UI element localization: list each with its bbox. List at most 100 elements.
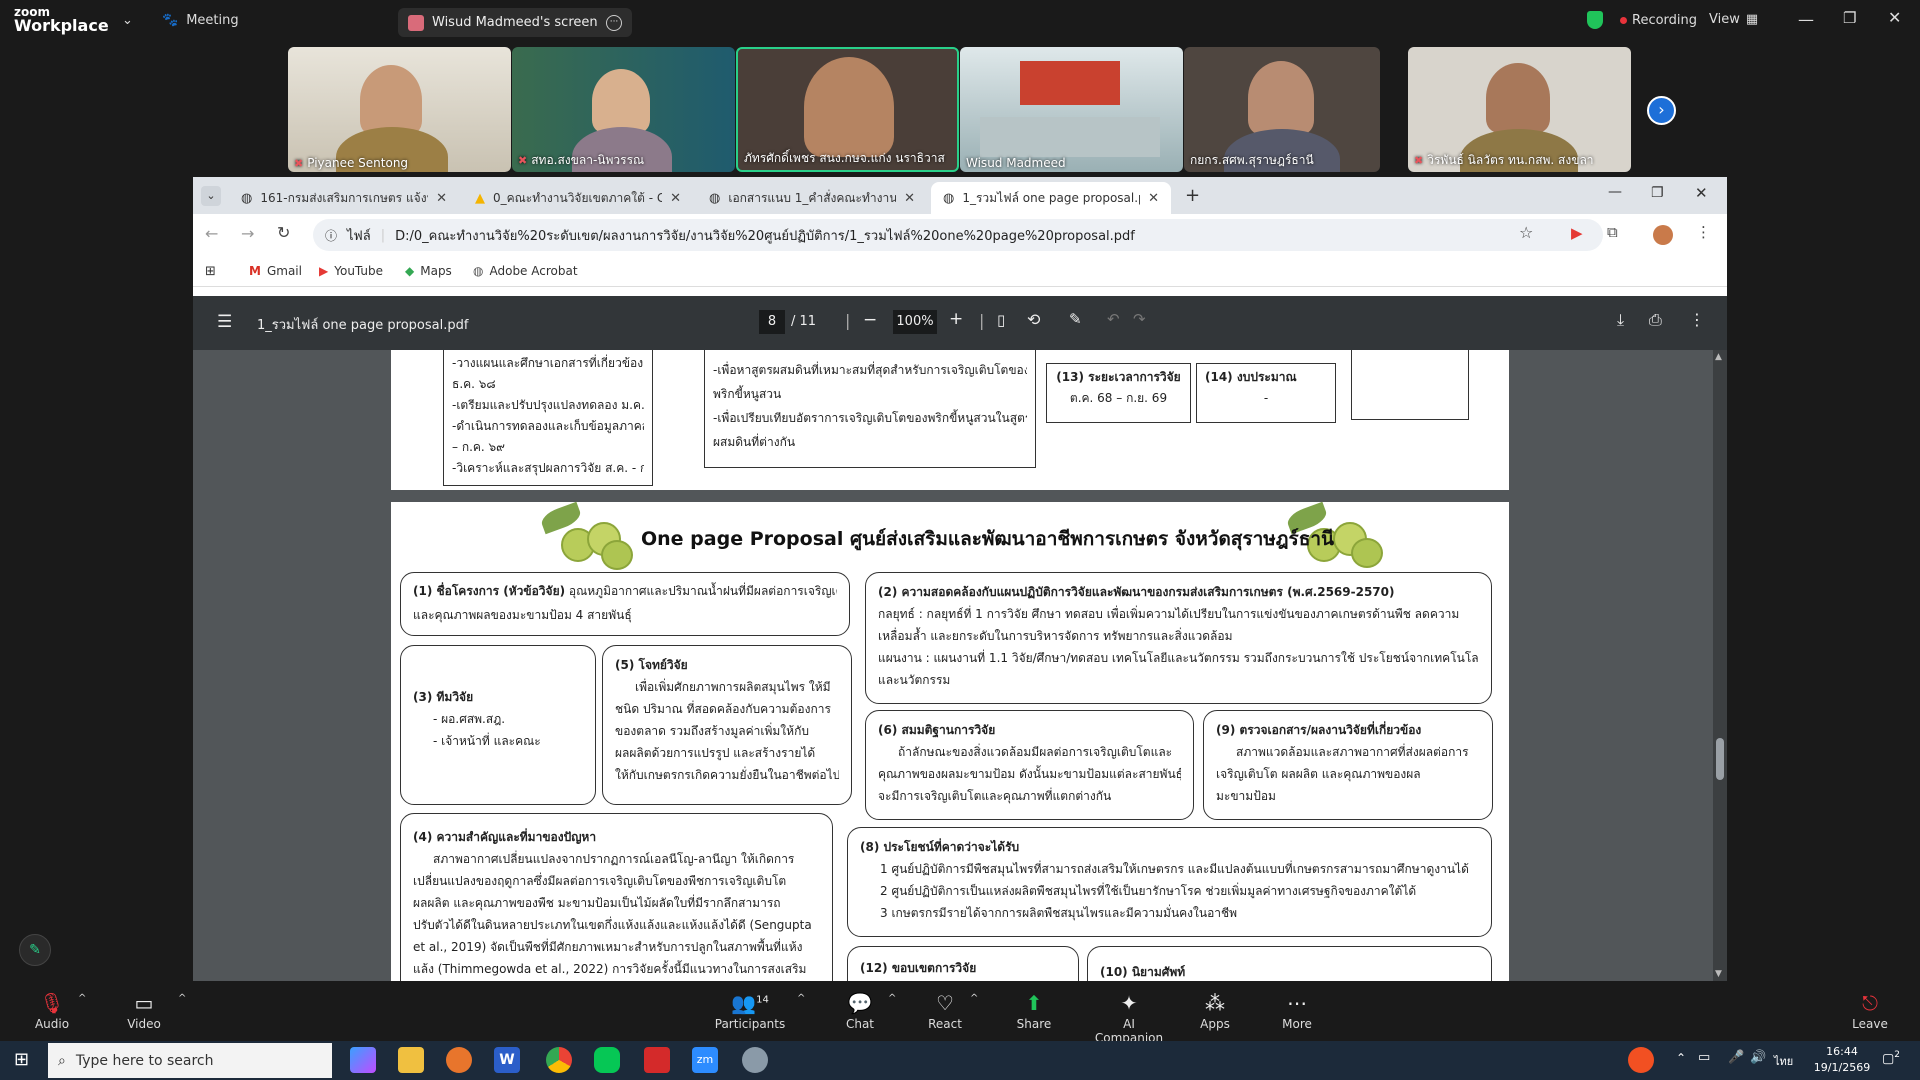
microphone-icon[interactable]: 🎤: [1728, 1050, 1744, 1065]
chrome-icon[interactable]: [546, 1047, 572, 1073]
kebab-menu-icon[interactable]: ⋮: [1696, 223, 1711, 241]
tab-3[interactable]: ◍ เอกสารแนบ 1_คำสั่งคณะทำงานวิจั ✕: [697, 182, 927, 214]
maps-icon: ◆: [405, 264, 415, 278]
info-icon[interactable]: ⓘ: [325, 227, 337, 244]
tray-chevron-icon[interactable]: ⌃: [1676, 1051, 1686, 1065]
chat-options-caret[interactable]: ^: [888, 993, 896, 1004]
language-indicator[interactable]: ไทย: [1774, 1052, 1793, 1070]
profile-avatar[interactable]: [1653, 225, 1673, 245]
more-options-icon[interactable]: ⋮: [1689, 310, 1705, 329]
annotation-pen-button[interactable]: ✎: [19, 934, 51, 966]
video-options-caret[interactable]: ^: [178, 993, 186, 1004]
rotate-icon[interactable]: ⟲: [1027, 310, 1040, 329]
redo-icon[interactable]: ↷: [1133, 310, 1146, 328]
undo-icon[interactable]: ↶: [1107, 310, 1120, 328]
minimize-icon[interactable]: —: [1798, 10, 1814, 29]
taskbar-search-box[interactable]: ⌕ Type here to search: [48, 1043, 332, 1078]
scrollbar-track[interactable]: ▲ ▼: [1713, 350, 1727, 981]
tab-2[interactable]: ▲ 0_คณะทำงานวิจัยเขตภาคใต้ - Goo ✕: [463, 182, 693, 214]
participants-options-caret[interactable]: ^: [797, 993, 805, 1004]
reload-icon[interactable]: ↻: [277, 223, 290, 242]
tab-1[interactable]: ◍ 161-กรมส่งเสริมการเกษตร แจ้งปรับแ ✕: [229, 182, 459, 214]
clock[interactable]: 16:44 19/1/2569: [1808, 1044, 1876, 1076]
sidebar-menu-icon[interactable]: ☰: [217, 312, 232, 332]
participant-tile-3-active-speaker[interactable]: ภัทรศักดิ์เพชร สนง.กษจ.แก่ง นราธิวาส: [736, 47, 959, 172]
close-tab-icon[interactable]: ✕: [1148, 191, 1159, 206]
participant-tile-5[interactable]: กยกร.สศพ.สุราษฎร์ธานี: [1184, 47, 1380, 172]
more-button[interactable]: ⋯ More: [1257, 991, 1337, 1031]
restore-icon[interactable]: ❐: [1843, 9, 1856, 27]
chromium-browser-icon[interactable]: [446, 1047, 472, 1073]
chevron-down-icon[interactable]: ⌄: [122, 13, 133, 28]
screen-share-indicator[interactable]: Wisud Madmeed's screen ···: [398, 8, 632, 37]
participant-tile-6[interactable]: ✖ วิรพันธ์ นิลวัตร ทน.กสพ. สงขลา: [1408, 47, 1631, 172]
participant-name-2: ✖ สทอ.สงขลา-นิพวรรณ: [518, 153, 645, 167]
minimize-window-icon[interactable]: —: [1608, 184, 1622, 200]
notifications-button[interactable]: ▢2: [1882, 1050, 1900, 1066]
bookmark-star-icon[interactable]: ☆: [1519, 223, 1533, 242]
react-options-caret[interactable]: ^: [970, 993, 978, 1004]
apps-button[interactable]: ⁂ Apps: [1175, 991, 1255, 1031]
annotate-icon[interactable]: ✎: [1069, 310, 1082, 328]
next-participants-button[interactable]: ›: [1647, 96, 1676, 125]
settings-app-icon[interactable]: [742, 1047, 768, 1073]
recording-indicator[interactable]: Recording: [1620, 13, 1697, 28]
shield-check-icon[interactable]: [1587, 11, 1603, 29]
omnibox[interactable]: ⓘ ไฟล์ | D:/0_คณะทำงานวิจัย%20ระดับเขต/ผ…: [313, 219, 1603, 251]
scrollbar-thumb[interactable]: [1716, 738, 1724, 780]
extension-play-icon[interactable]: ▶: [1571, 224, 1583, 242]
network-icon[interactable]: ▭: [1698, 1050, 1710, 1065]
copilot-icon[interactable]: [350, 1047, 376, 1073]
share-button[interactable]: ⬆ Share: [994, 991, 1074, 1031]
close-window-icon[interactable]: ✕: [1695, 184, 1708, 202]
notification-app-icon[interactable]: [1628, 1047, 1654, 1073]
zoom-out-icon[interactable]: −: [863, 310, 877, 330]
view-button[interactable]: View ▦: [1709, 12, 1758, 27]
audio-options-caret[interactable]: ^: [78, 993, 86, 1004]
more-options-icon[interactable]: ···: [606, 14, 622, 31]
scroll-up-icon[interactable]: ▲: [1715, 352, 1722, 362]
apps-icon: ⁂: [1205, 991, 1225, 1015]
restore-window-icon[interactable]: ❐: [1651, 185, 1664, 201]
pdf-viewer[interactable]: -วางแผนและศึกษาเอกสารที่เกี่ยวข้อง ต.ค. …: [193, 350, 1727, 981]
fit-page-icon[interactable]: ▯: [997, 311, 1005, 329]
bookmark-maps[interactable]: ◆ Maps: [405, 264, 452, 278]
back-icon[interactable]: ←: [205, 224, 218, 243]
close-tab-icon[interactable]: ✕: [670, 191, 681, 206]
windows-start-icon[interactable]: ⊞: [14, 1049, 29, 1070]
participant-tile-2[interactable]: ✖ สทอ.สงขลา-นิพวรรณ: [512, 47, 735, 172]
pdf-reader-icon[interactable]: [644, 1047, 670, 1073]
forward-icon[interactable]: →: [241, 224, 254, 243]
close-tab-icon[interactable]: ✕: [436, 191, 447, 206]
word-icon[interactable]: W: [494, 1047, 520, 1073]
tab-search-button[interactable]: ⌄: [201, 186, 221, 206]
ai-companion-button[interactable]: ✦ AI Companion: [1088, 991, 1170, 1045]
bookmark-youtube[interactable]: ▶ YouTube: [319, 264, 383, 278]
zoom-in-icon[interactable]: +: [949, 309, 963, 329]
download-icon[interactable]: ⤓: [1617, 310, 1624, 330]
apps-grid-icon[interactable]: ⊞: [205, 264, 216, 279]
extensions-icon[interactable]: ⧉: [1607, 223, 1618, 241]
video-button[interactable]: ▭ Video: [104, 991, 184, 1031]
print-icon[interactable]: ⎙: [1649, 310, 1662, 330]
tab-4-active[interactable]: ◍ 1_รวมไฟล์ one page proposal.pd ✕: [931, 182, 1171, 214]
zoom-level-input[interactable]: 100%: [893, 310, 937, 334]
scroll-down-icon[interactable]: ▼: [1715, 969, 1722, 979]
volume-icon[interactable]: 🔊: [1750, 1050, 1766, 1065]
close-tab-icon[interactable]: ✕: [904, 191, 915, 206]
bookmark-adobe-acrobat[interactable]: ◍ Adobe Acrobat: [473, 264, 578, 278]
participants-button[interactable]: 👥14 Participants: [710, 991, 790, 1031]
tab-title: 0_คณะทำงานวิจัยเขตภาคใต้ - Goo: [493, 190, 663, 205]
zoom-app-icon[interactable]: zm: [692, 1047, 718, 1073]
leave-button[interactable]: ⎋ Leave: [1830, 991, 1910, 1031]
file-explorer-icon[interactable]: [398, 1047, 424, 1073]
close-icon[interactable]: ✕: [1888, 8, 1901, 27]
bookmark-gmail[interactable]: M Gmail: [249, 264, 302, 278]
new-tab-button[interactable]: +: [1185, 185, 1200, 206]
participant-tile-1[interactable]: ✖ Piyanee Sentong: [288, 47, 511, 172]
participant-tile-4[interactable]: Wisud Madmeed: [960, 47, 1183, 172]
line-app-icon[interactable]: [594, 1047, 620, 1073]
meeting-menu[interactable]: 🐾 Meeting: [162, 13, 239, 28]
zoom-top-bar: zoom Workplace ⌄ 🐾 Meeting Wisud Madmeed…: [0, 0, 1920, 45]
page-number-input[interactable]: 8: [759, 310, 785, 334]
